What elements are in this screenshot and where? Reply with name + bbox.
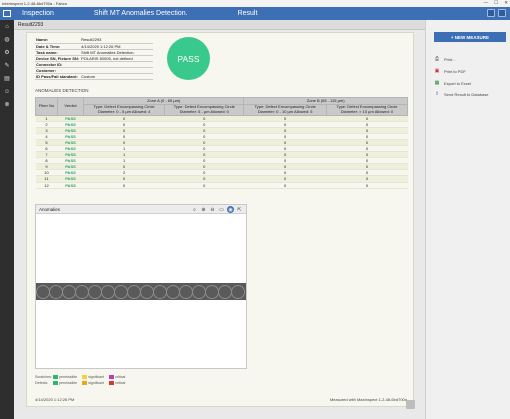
fiber-endface[interactable]: [218, 284, 232, 299]
minimize-button[interactable]: —: [484, 0, 489, 6]
nav-section[interactable]: Inspection: [22, 10, 54, 17]
header-col-a1: Type: Defect Encompassing Circle Diamete…: [82, 103, 166, 116]
fiber-endface[interactable]: [179, 284, 193, 299]
fiber-endface[interactable]: [101, 284, 115, 299]
export-excel-action[interactable]: ▦ Export to Excel: [434, 80, 471, 86]
app-logo-icon: [0, 7, 14, 20]
fiber-endface[interactable]: [205, 284, 219, 299]
close-circle-icon[interactable]: ⊗: [0, 98, 14, 111]
app-header: Inspection Shift MT Anomalies Detection.…: [0, 7, 510, 20]
zone-a2-cell: 0: [164, 182, 244, 189]
database-icon: ⇪: [434, 91, 440, 97]
info-value: Custom: [80, 73, 153, 80]
fiber-cell: 12: [35, 182, 58, 189]
legend-swatch: [53, 375, 58, 379]
verdict-badge: PASS: [167, 37, 210, 80]
zoom-fit-icon[interactable]: ⌕: [191, 206, 198, 213]
printer-icon: ⎙: [434, 56, 439, 62]
footer-datetime: 4/14/2020 1:12:26 PM: [35, 397, 75, 402]
info-table: Name: Result2293 Date & Time: 4/14/2020 1:1…: [35, 37, 153, 80]
nav-result: Result: [237, 10, 258, 17]
folder-icon[interactable]: ▤: [0, 72, 14, 85]
fiber-endface[interactable]: [114, 284, 128, 299]
legend-swatch: [82, 381, 88, 385]
zoom-active-icon[interactable]: ◉: [227, 206, 234, 213]
scroll-corner-button[interactable]: [406, 400, 415, 409]
excel-icon: ▦: [434, 80, 440, 86]
legend-swatch: [109, 381, 115, 385]
fiber-endface[interactable]: [192, 284, 206, 299]
close-button[interactable]: ✕: [504, 0, 508, 6]
ruler-icon[interactable]: ▭: [218, 206, 225, 213]
viewer-title: Anomalies: [39, 206, 61, 212]
actions-panel: + NEW MEASURE ⎙ Print... ▣ Print to PDF …: [425, 20, 510, 419]
globe-icon[interactable]: ◍: [0, 33, 14, 46]
fiber-endface[interactable]: [231, 284, 245, 299]
zone-b1-cell: 0: [243, 182, 327, 189]
sidebar: ⌂ ◍ ⚙ ✎ ▤ ☺ ⊗: [0, 20, 14, 419]
zone-b2-cell: 0: [326, 182, 408, 189]
viewer-toolbar: ⌕ ⊕ ⊖ ▭ ◉ ⇱: [191, 206, 243, 213]
header-tools: [487, 9, 506, 17]
users-icon[interactable]: ☺: [0, 85, 14, 98]
zoom-in-icon[interactable]: ⊕: [200, 206, 207, 213]
info-label: Device SN, Fixture SN:: [35, 55, 81, 62]
zoom-out-icon[interactable]: ⊖: [209, 206, 216, 213]
window-controls: — ☐ ✕: [484, 0, 508, 6]
pdf-icon: ▣: [434, 68, 440, 74]
print-pdf-action[interactable]: ▣ Print to PDF: [434, 68, 466, 74]
info-label: ID Pass/Fail standard:: [35, 73, 81, 80]
new-measure-button[interactable]: + NEW MEASURE: [434, 32, 506, 42]
table-row: 12 PASS 0 0 0 0: [35, 182, 408, 189]
user-icon[interactable]: [498, 9, 506, 17]
home-icon[interactable]: ⌂: [0, 20, 14, 33]
header-col-b1: Type: Defect Encompassing Circle Diamete…: [243, 103, 327, 116]
send-database-action[interactable]: ⇪ Send Result to Database: [434, 91, 489, 97]
legend: Scratches: permissible significant criti…: [35, 374, 130, 386]
header-col-a2: Type: Defect Encompassing Circle Diamete…: [164, 103, 245, 116]
header-fiber: Fiber No: [35, 97, 58, 116]
report-panel: Name: Result2293 Date & Time: 4/14/2020 1:1…: [26, 32, 414, 407]
gear-icon[interactable]: ⚙: [0, 46, 14, 59]
anomalies-table: Fiber No Verdict Zone A (0 - 65 µm) Zone…: [35, 97, 409, 189]
legend-swatch: [109, 375, 115, 379]
help-icon[interactable]: [487, 9, 495, 17]
header-col-b2: Type: Defect Encompassing Circle Diamete…: [325, 103, 409, 116]
verdict-label: PASS: [177, 53, 200, 64]
window-titlebar: Interinspect 1-2-48-6bd700a - Fabco — ☐ …: [0, 0, 510, 7]
fiber-endface[interactable]: [140, 284, 154, 299]
external-link-icon[interactable]: ⇱: [236, 206, 243, 213]
footer-measured: Measured with MaxInspect 1-2-48-6bd700a: [329, 397, 407, 402]
legend-defects: Defects: permissible significant critica…: [35, 381, 126, 385]
fiber-endface[interactable]: [127, 284, 141, 299]
page-title-bar: Result2293: [14, 20, 425, 30]
nav-task-title: Shift MT Anomalies Detection.: [93, 10, 188, 17]
legend-swatch: [82, 375, 88, 379]
print-action[interactable]: ⎙ Print...: [434, 56, 456, 62]
anomalies-viewer: Anomalies ⌕ ⊕ ⊖ ▭ ◉ ⇱: [35, 204, 247, 369]
fiber-endface[interactable]: [62, 284, 76, 299]
fiber-endface[interactable]: [88, 284, 102, 299]
fiber-endface[interactable]: [153, 284, 167, 299]
verdict-cell: PASS: [57, 182, 84, 189]
section-title: ANOMALIES DETECTION: [35, 88, 89, 93]
maximize-button[interactable]: ☐: [494, 0, 498, 6]
fiber-endface[interactable]: [166, 284, 180, 299]
fiber-endface[interactable]: [49, 284, 63, 299]
legend-swatch: [53, 381, 58, 385]
info-row: ID Pass/Fail standard: Custom: [35, 73, 153, 80]
fiber-image-strip: [36, 283, 246, 300]
page-title: Result2293: [18, 21, 44, 28]
fiber-endface[interactable]: [75, 284, 89, 299]
header-verdict: Verdict: [57, 97, 84, 116]
window-title: Interinspect 1-2-48-6bd700a - Fabco: [2, 1, 67, 6]
tools-icon[interactable]: ✎: [0, 59, 14, 72]
fiber-endface[interactable]: [36, 284, 50, 299]
zone-a1-cell: 0: [83, 182, 165, 189]
